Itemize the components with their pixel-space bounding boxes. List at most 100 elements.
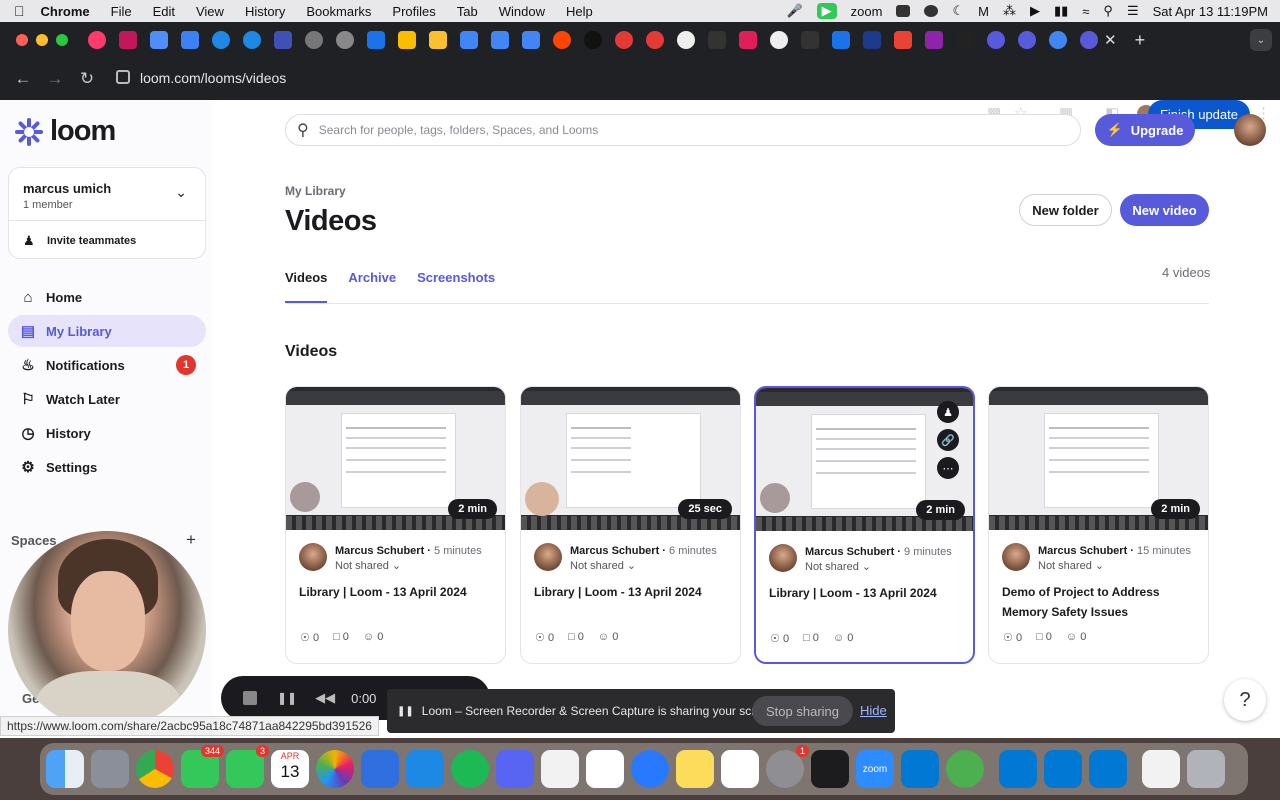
microphone-icon[interactable]: 🎤 — [786, 3, 802, 19]
new-folder-button[interactable]: New folder — [1019, 194, 1112, 226]
tab-favicon[interactable] — [367, 31, 385, 49]
sidebar-item-history[interactable]: ◷ History — [8, 417, 206, 449]
add-user-icon[interactable]: ♟ — [937, 401, 959, 423]
video-title[interactable]: Library | Loom - 13 April 2024 — [299, 582, 495, 602]
pause-icon[interactable]: ❚❚ — [277, 691, 297, 705]
address-bar[interactable]: loom.com/looms/videos — [108, 63, 1048, 93]
launchpad-icon[interactable] — [91, 750, 129, 788]
tab-archive[interactable]: Archive — [348, 270, 396, 304]
battery-icon[interactable]: ▮▮ — [1054, 3, 1068, 19]
facetime-icon[interactable]: ▶ — [816, 3, 837, 19]
tab-favicon[interactable] — [956, 31, 974, 49]
reload-icon[interactable]: ↻ — [78, 69, 96, 89]
terminal-icon[interactable] — [811, 750, 849, 788]
close-window-icon[interactable] — [16, 34, 28, 46]
search-input[interactable]: ⚲ Search for people, tags, folders, Spac… — [285, 114, 1081, 146]
m-app-icon[interactable]: M — [978, 4, 989, 19]
freeform-icon[interactable] — [721, 750, 759, 788]
xcode-icon[interactable] — [361, 750, 399, 788]
video-card-selected[interactable]: ♟ 🔗 ⋯ 2 min Marcus Schubert · 9 minutes … — [754, 386, 975, 664]
zoom-menu-label[interactable]: zoom — [851, 4, 883, 19]
tab-search-chevron-icon[interactable]: ⌄ — [1250, 29, 1272, 51]
menu-profiles[interactable]: Profiles — [392, 4, 435, 19]
menu-file[interactable]: File — [111, 4, 132, 19]
tab-favicon[interactable] — [553, 31, 571, 49]
notes-icon[interactable] — [676, 750, 714, 788]
site-info-icon[interactable] — [116, 70, 130, 84]
tab-favicon[interactable] — [708, 31, 726, 49]
camera-bubble[interactable] — [8, 531, 206, 729]
wifi-icon[interactable]: ≈ — [1082, 4, 1089, 19]
menu-tab[interactable]: Tab — [457, 4, 478, 19]
loom-active-tab-favicon[interactable] — [1080, 31, 1098, 49]
loom-tab-favicon[interactable] — [987, 31, 1005, 49]
menu-help[interactable]: Help — [566, 4, 593, 19]
color-wheel-icon[interactable] — [924, 5, 939, 17]
more-options-icon[interactable]: ⋯ — [937, 457, 959, 479]
avatar[interactable] — [1234, 114, 1266, 146]
video-title[interactable]: Demo of Project to Address Memory Safety… — [1002, 582, 1198, 622]
tab-favicon[interactable] — [801, 31, 819, 49]
invite-teammates-link[interactable]: Invite teammates — [47, 235, 136, 247]
tab-videos[interactable]: Videos — [285, 270, 328, 304]
bluetooth-icon[interactable]: ⁂ — [1003, 3, 1016, 19]
sharing-status-dropdown[interactable]: Not shared ⌄ — [805, 560, 871, 573]
workspace-switcher[interactable]: marcus umich 1 member ⌄ ♟ Invite teammat… — [8, 167, 206, 259]
vscode-icon[interactable] — [901, 750, 939, 788]
tab-favicon[interactable] — [491, 31, 509, 49]
screen-mirror-icon[interactable] — [896, 5, 911, 17]
maximize-window-icon[interactable] — [56, 34, 68, 46]
chevron-down-icon[interactable]: ⌄ — [175, 184, 187, 201]
loom-tab-favicon[interactable] — [1018, 31, 1036, 49]
sidebar-item-my-library[interactable]: ▤ My Library — [8, 315, 206, 347]
finder-icon[interactable] — [46, 750, 84, 788]
tab-favicon[interactable] — [863, 31, 881, 49]
calendar-icon[interactable]: APR 13 — [271, 750, 309, 788]
play-icon[interactable]: ▶ — [1030, 3, 1040, 19]
vscode-icon[interactable] — [999, 750, 1037, 788]
tab-favicon[interactable] — [894, 31, 912, 49]
video-title[interactable]: Library | Loom - 13 April 2024 — [769, 583, 965, 603]
menu-view[interactable]: View — [196, 4, 224, 19]
sidebar-item-settings[interactable]: ⚙ Settings — [8, 451, 206, 483]
menu-edit[interactable]: Edit — [153, 4, 175, 19]
video-thumbnail[interactable]: 2 min — [286, 387, 505, 530]
close-tab-icon[interactable]: ✕ — [1104, 31, 1117, 49]
tab-favicon[interactable] — [88, 31, 106, 49]
sharing-status-dropdown[interactable]: Not shared ⌄ — [335, 559, 401, 572]
invite-users-icon[interactable]: ♟ — [23, 233, 35, 249]
tab-favicon[interactable] — [212, 31, 230, 49]
tab-favicon[interactable] — [460, 31, 478, 49]
discord-icon[interactable] — [496, 750, 534, 788]
apple-icon[interactable]:  — [14, 3, 25, 19]
menu-app-name[interactable]: Chrome — [41, 4, 90, 19]
tab-favicon[interactable] — [925, 31, 943, 49]
tab-favicon[interactable] — [398, 31, 416, 49]
video-card[interactable]: 2 min Marcus Schubert · 15 minutes Not s… — [988, 386, 1209, 664]
messenger-icon[interactable] — [631, 750, 669, 788]
tab-favicon[interactable] — [522, 31, 540, 49]
restart-icon[interactable]: ◀◀ — [315, 690, 335, 706]
tab-favicon[interactable] — [770, 31, 788, 49]
upgrade-button[interactable]: ⚡ Upgrade — [1095, 114, 1195, 146]
tab-favicon[interactable] — [336, 31, 354, 49]
app-store-icon[interactable] — [406, 750, 444, 788]
address-url[interactable]: loom.com/looms/videos — [140, 70, 286, 86]
sharing-status-dropdown[interactable]: Not shared ⌄ — [1038, 559, 1104, 572]
sidebar-item-notifications[interactable]: ♨ Notifications 1 — [8, 349, 206, 381]
zoom-icon[interactable]: zoom — [856, 750, 894, 788]
control-center-icon[interactable]: ☰ — [1127, 3, 1139, 19]
help-button[interactable]: ? — [1224, 679, 1266, 721]
pdf-document-icon[interactable] — [1142, 750, 1180, 788]
tab-favicon[interactable] — [305, 31, 323, 49]
facetime-icon[interactable]: 3 — [226, 745, 269, 788]
video-thumbnail[interactable]: ♟ 🔗 ⋯ 2 min — [756, 388, 973, 531]
slack-icon[interactable] — [586, 750, 624, 788]
trash-icon[interactable] — [1187, 750, 1225, 788]
spotify-icon[interactable] — [451, 750, 489, 788]
tab-favicon[interactable] — [646, 31, 664, 49]
loom-logo[interactable]: loom — [14, 115, 116, 148]
add-space-icon[interactable]: + — [186, 530, 196, 550]
tab-favicon[interactable] — [584, 31, 602, 49]
tab-favicon[interactable] — [739, 31, 757, 49]
